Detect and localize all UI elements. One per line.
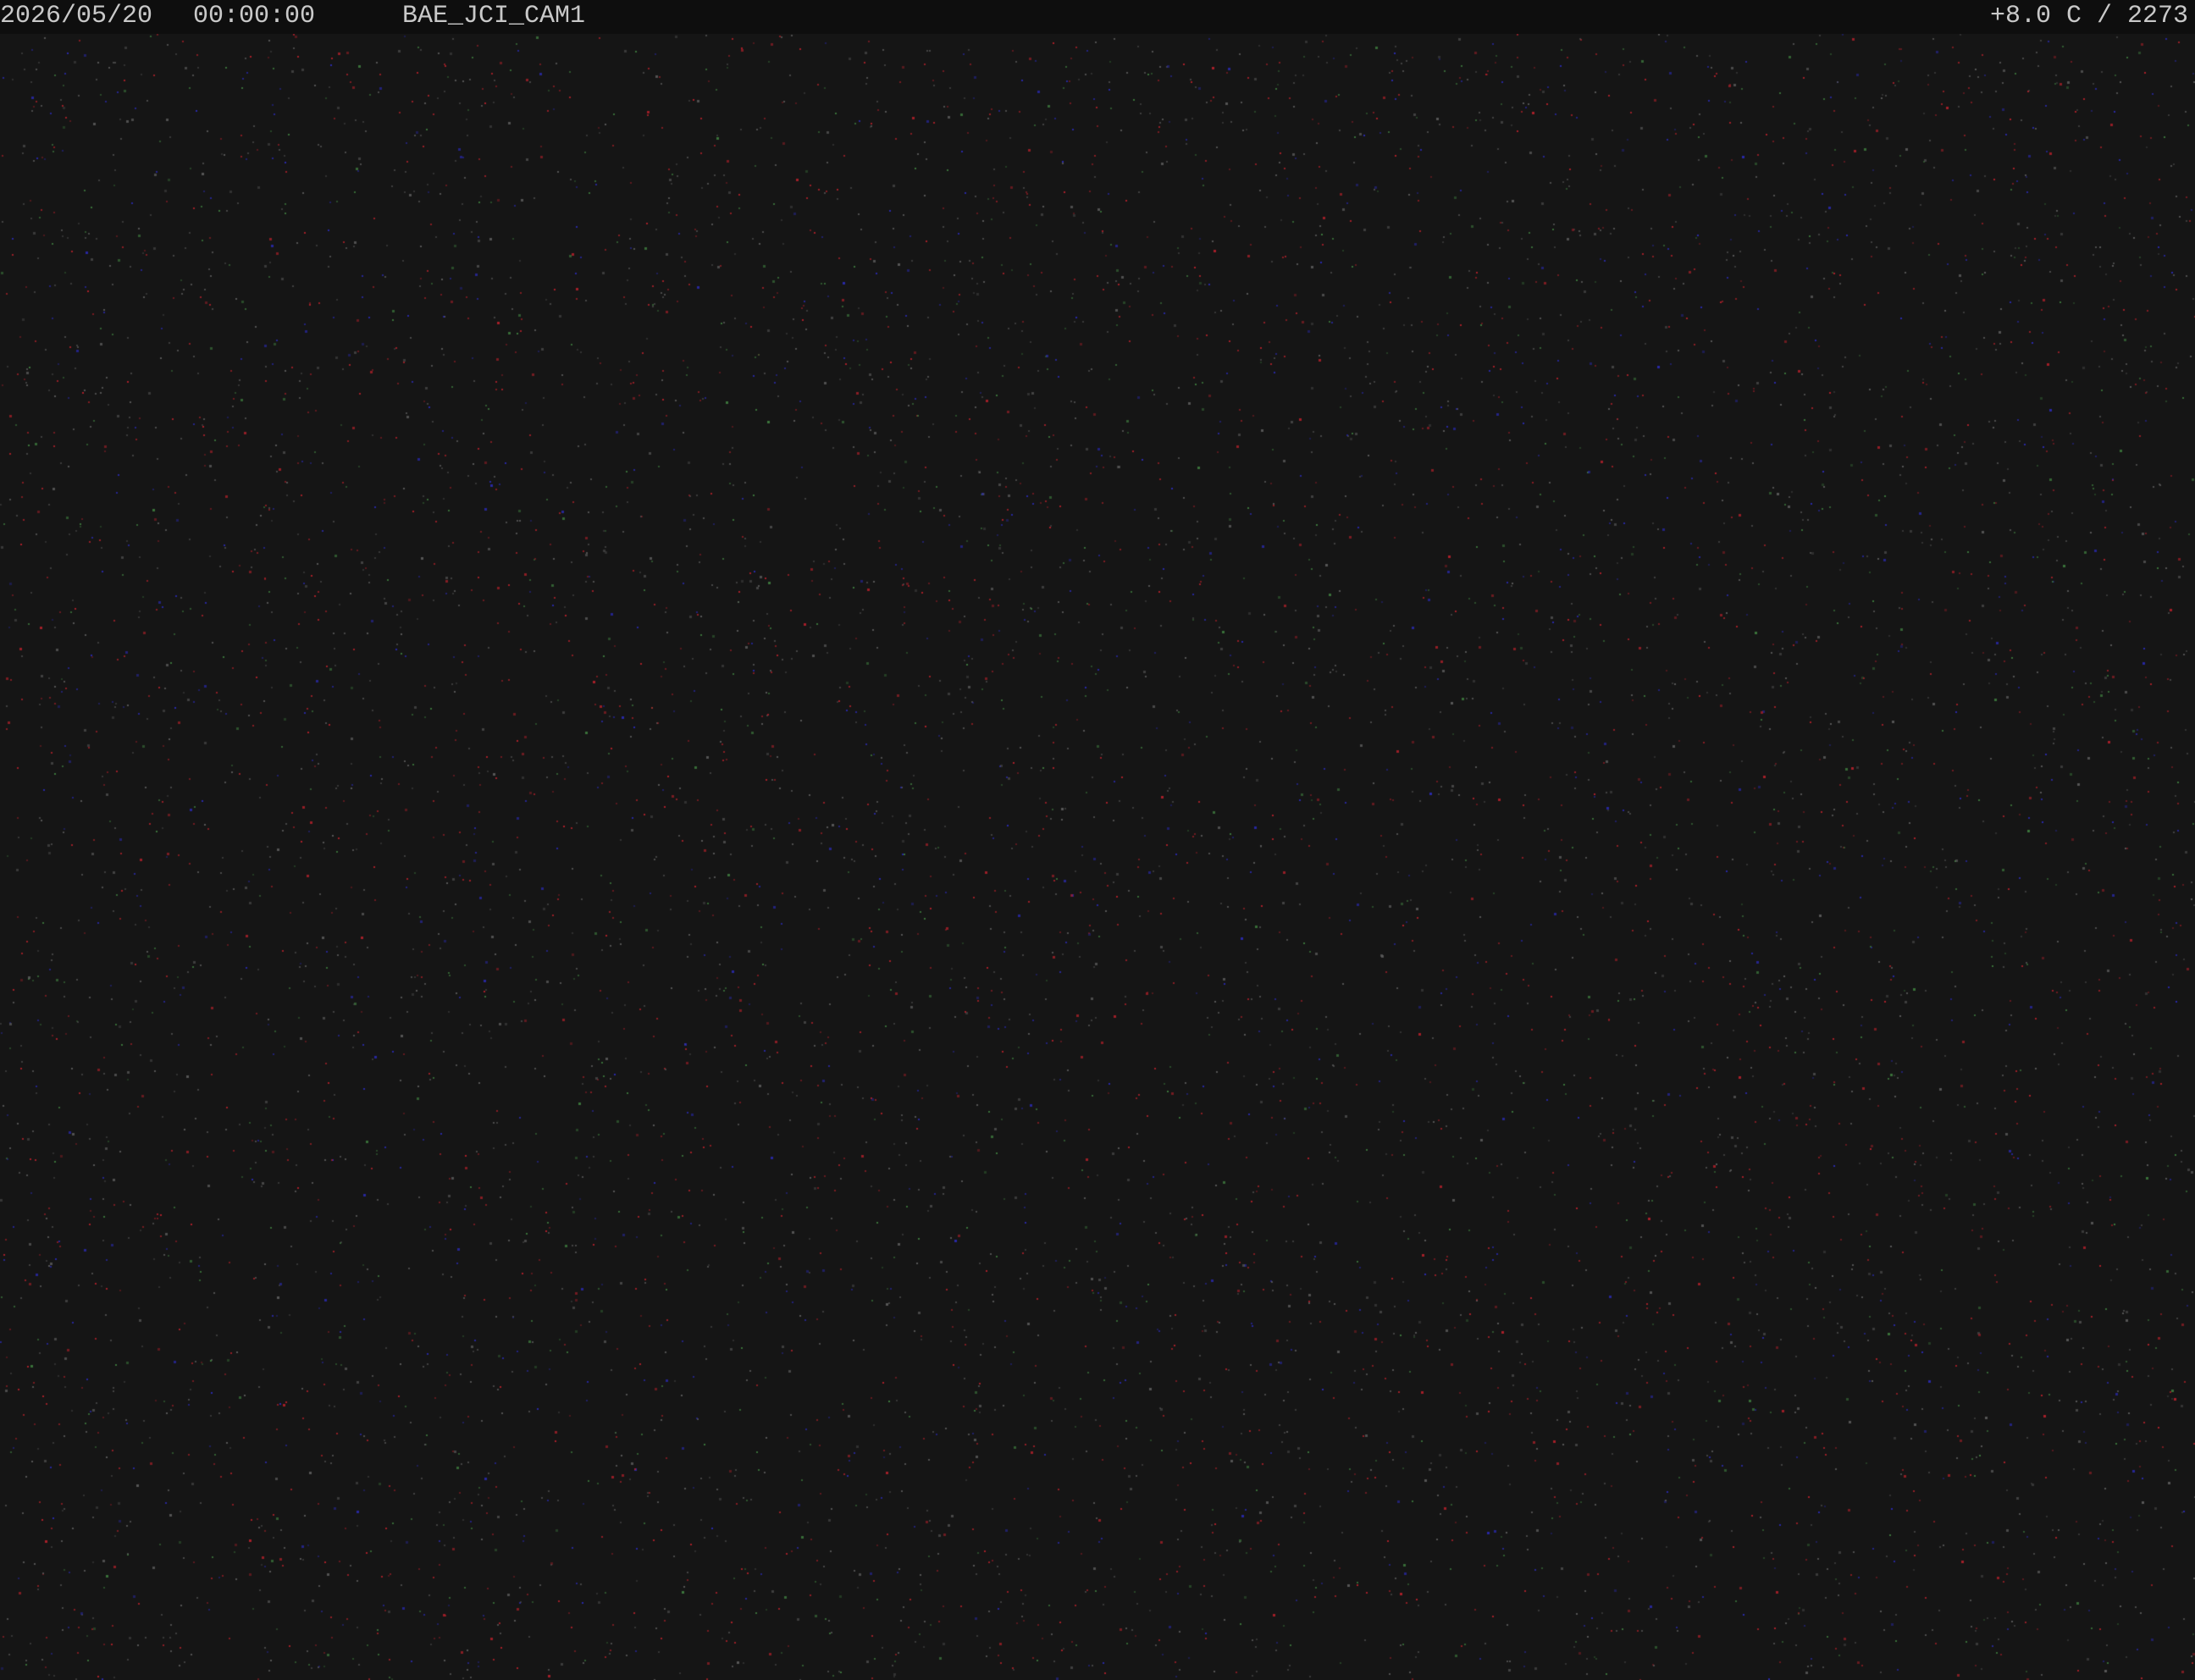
- timestamp-date: 2026/05/20: [0, 2, 153, 30]
- camera-frame: 2026/05/20 00:00:00 BAE_JCI_CAM1 +8.0 C …: [0, 0, 2195, 1680]
- sensor-readout: +8.0 C / 2273: [1989, 2, 2188, 30]
- camera-name: BAE_JCI_CAM1: [402, 2, 586, 30]
- sensor-noise-image: [0, 34, 2195, 1680]
- timestamp-time: 00:00:00: [193, 2, 316, 30]
- camera-info-bar: 2026/05/20 00:00:00 BAE_JCI_CAM1 +8.0 C …: [0, 0, 2195, 34]
